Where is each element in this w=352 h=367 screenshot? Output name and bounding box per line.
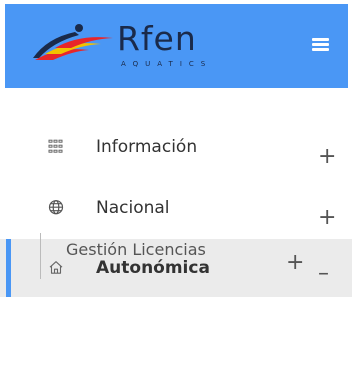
sidebar-item-nacional[interactable]: Nacional +	[0, 179, 352, 237]
sidebar: Rfen AQUATICS Información + Nacional + A…	[0, 0, 352, 367]
hamburger-icon[interactable]	[312, 38, 329, 52]
sidebar-item-label: Nacional	[96, 198, 170, 218]
expand-icon[interactable]: +	[318, 207, 336, 229]
sidebar-item-label: Información	[96, 137, 198, 157]
brand-name: Rfen	[117, 19, 197, 58]
swimmer-logo-icon	[33, 24, 113, 60]
expand-icon[interactable]: +	[286, 252, 304, 274]
brand-subtitle: AQUATICS	[121, 60, 213, 68]
grid-icon	[48, 139, 63, 153]
sidebar-item-informacion[interactable]: Información +	[0, 118, 352, 176]
globe-icon	[48, 200, 64, 215]
sidebar-header: Rfen AQUATICS	[5, 4, 348, 88]
expand-icon[interactable]: +	[318, 146, 336, 168]
brand-logo[interactable]: Rfen AQUATICS	[29, 20, 219, 76]
submenu-item-gestion-licencias[interactable]: Gestión Licencias +	[0, 233, 352, 279]
submenu-item-label: Gestión Licencias	[66, 240, 206, 259]
